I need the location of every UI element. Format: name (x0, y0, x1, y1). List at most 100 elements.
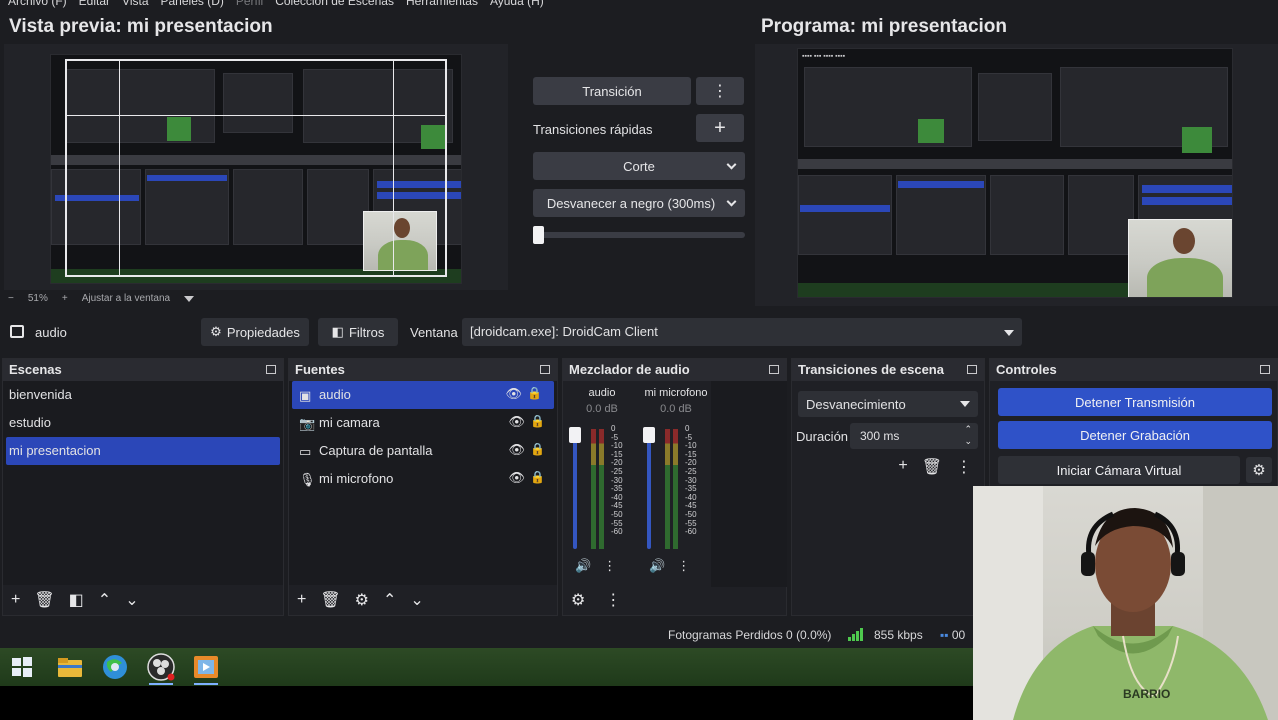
eye-icon[interactable]: 👁 (508, 442, 525, 458)
preview-screen (50, 54, 462, 284)
move-down-icon[interactable]: ⌄ (410, 590, 423, 610)
dropdown-arrow-icon (1004, 330, 1014, 336)
undock-icon[interactable] (1260, 365, 1270, 374)
zoom-out-button[interactable]: − (8, 293, 14, 304)
quick-transition-fade-black[interactable]: Desvanecer a negro (300ms) (533, 189, 745, 217)
chevron-down-icon[interactable] (726, 159, 737, 170)
kebab-menu-icon[interactable]: ⋮ (603, 558, 616, 574)
start-virtual-camera-button[interactable]: Iniciar Cámara Virtual (998, 456, 1240, 484)
volume-slider[interactable] (643, 427, 655, 549)
quick-transition-cut[interactable]: Corte (533, 152, 745, 180)
program-screen: ▪▪▪▪ ▪▪▪ ▪▪▪▪ ▪▪▪▪ (797, 48, 1233, 298)
channel-name: audio (588, 387, 616, 399)
volume-slider-handle[interactable] (569, 427, 581, 443)
transition-slider[interactable] (533, 226, 745, 244)
scene-item-estudio[interactable]: estudio (3, 409, 283, 437)
eye-icon[interactable]: 👁 (508, 414, 525, 430)
channel-db: 0.0 dB (660, 403, 692, 415)
source-item-audio[interactable]: ▣ audio 👁 🔒 (292, 381, 554, 409)
move-up-icon[interactable]: ⌃ (98, 590, 111, 610)
filters-button[interactable]: ◧ Filtros (318, 318, 398, 346)
webcam-person-image: BARRIO (973, 486, 1278, 720)
virtual-camera-settings-button[interactable]: ⚙ (1246, 457, 1272, 483)
trash-icon[interactable]: 🗑 (34, 590, 54, 610)
lock-icon[interactable]: 🔒 (530, 414, 545, 428)
trash-icon[interactable]: 🗑 (320, 590, 340, 610)
add-scene-icon[interactable]: + (11, 591, 20, 609)
kebab-menu-icon[interactable]: ⋮ (956, 457, 972, 477)
menu-ayuda[interactable]: Ayuda (H) (490, 0, 544, 8)
menu-editar[interactable]: Editar (79, 0, 110, 8)
meter-scale: 0 -5 -10 -15 -20 -25 -30 -35 -40 -45 -50 -55 -60 (611, 424, 623, 537)
stop-streaming-button[interactable]: Detener Transmisión (998, 388, 1272, 416)
level-meter (591, 429, 596, 549)
menu-coleccion-escenas[interactable]: Colección de Escenas (275, 0, 394, 8)
duration-input[interactable]: 300 ms ⌃ ⌄ (850, 423, 978, 449)
microphone-icon: 🎙 (299, 472, 316, 487)
windows-start-icon[interactable] (8, 653, 36, 681)
source-item-captura[interactable]: ▭ Captura de pantalla 👁 🔒 (289, 437, 557, 465)
add-transition-icon[interactable]: + (898, 457, 907, 477)
zoom-in-button[interactable]: + (62, 293, 68, 304)
preview-canvas[interactable] (4, 44, 508, 290)
add-source-icon[interactable]: + (297, 591, 306, 609)
undock-icon[interactable] (967, 365, 977, 374)
gear-icon[interactable]: ⚙ (355, 590, 369, 610)
scene-item-mi-presentacion[interactable]: mi presentacion (6, 437, 280, 465)
undock-icon[interactable] (266, 365, 276, 374)
undock-icon[interactable] (540, 365, 550, 374)
menu-archivo[interactable]: Archivo (F) (8, 0, 67, 8)
menu-vista[interactable]: Vista (122, 0, 148, 8)
lock-icon[interactable]: 🔒 (530, 442, 545, 456)
transition-more-button[interactable]: ⋮ (696, 77, 744, 105)
source-label: audio (319, 387, 351, 402)
transition-select[interactable]: Desvanecimiento (798, 391, 978, 417)
mixer-toolbar: ⚙ ⋮ (563, 585, 786, 615)
scene-item-bienvenida[interactable]: bienvenida (3, 381, 283, 409)
webcam-overlay: BARRIO (973, 486, 1278, 720)
file-explorer-icon[interactable] (56, 653, 84, 681)
add-quick-transition-button[interactable]: + (696, 114, 744, 142)
chevron-down-icon[interactable] (726, 196, 737, 207)
eye-icon[interactable]: 👁 (505, 386, 522, 402)
zoom-dropdown-icon[interactable] (184, 295, 195, 302)
menu-perfil[interactable]: Perfil (236, 0, 263, 8)
eye-icon[interactable]: 👁 (508, 470, 525, 486)
fit-window-label[interactable]: Ajustar a la ventana (82, 293, 170, 304)
source-item-mi-camara[interactable]: 📷 mi camara 👁 🔒 (289, 409, 557, 437)
filter-icon: ◧ (331, 324, 344, 339)
spin-arrows-icon[interactable]: ⌃ ⌄ (964, 423, 972, 447)
quick-transitions-label: Transiciones rápidas (533, 122, 653, 137)
advanced-audio-icon[interactable]: ⚙ (571, 590, 585, 610)
trash-icon[interactable]: 🗑 (922, 457, 942, 477)
cut-label: Corte (623, 158, 655, 174)
window-select[interactable]: [droidcam.exe]: DroidCam Client (462, 318, 1022, 346)
lock-icon[interactable]: 🔒 (527, 386, 542, 400)
volume-slider[interactable] (569, 427, 581, 549)
menu-herramientas[interactable]: Herramientas (406, 0, 478, 8)
source-item-mi-microfono[interactable]: 🎙 mi microfono 👁 🔒 (289, 465, 557, 493)
undock-icon[interactable] (769, 365, 779, 374)
volume-slider-handle[interactable] (643, 427, 655, 443)
gear-icon: ⚙ (1252, 462, 1266, 479)
move-up-icon[interactable]: ⌃ (383, 590, 396, 610)
kebab-menu-icon[interactable]: ⋮ (677, 558, 690, 574)
transition-slider-handle[interactable] (533, 226, 544, 244)
window-label: Ventana (410, 325, 458, 340)
speaker-icon[interactable]: 🔊 (649, 558, 665, 574)
media-player-icon[interactable] (192, 653, 220, 685)
preview-zoom-row: − 51% + Ajustar a la ventana (8, 293, 195, 304)
stop-recording-button[interactable]: Detener Grabación (998, 421, 1272, 449)
obs-icon[interactable] (147, 653, 175, 685)
sources-dock: Fuentes ▣ audio 👁 🔒 📷 mi camara 👁 🔒 ▭ Ca… (288, 358, 558, 616)
speaker-icon[interactable]: 🔊 (575, 558, 591, 574)
transition-button[interactable]: Transición (533, 77, 691, 105)
browser-icon[interactable] (101, 653, 129, 681)
kebab-menu-icon[interactable]: ⋮ (605, 590, 621, 610)
duration-value: 300 ms (860, 429, 900, 443)
filter-icon[interactable]: ◧ (69, 590, 84, 610)
properties-button[interactable]: ⚙ Propiedades (201, 318, 309, 346)
menu-paneles[interactable]: Paneles (D) (161, 0, 224, 8)
move-down-icon[interactable]: ⌄ (125, 590, 138, 610)
lock-icon[interactable]: 🔒 (530, 470, 545, 484)
